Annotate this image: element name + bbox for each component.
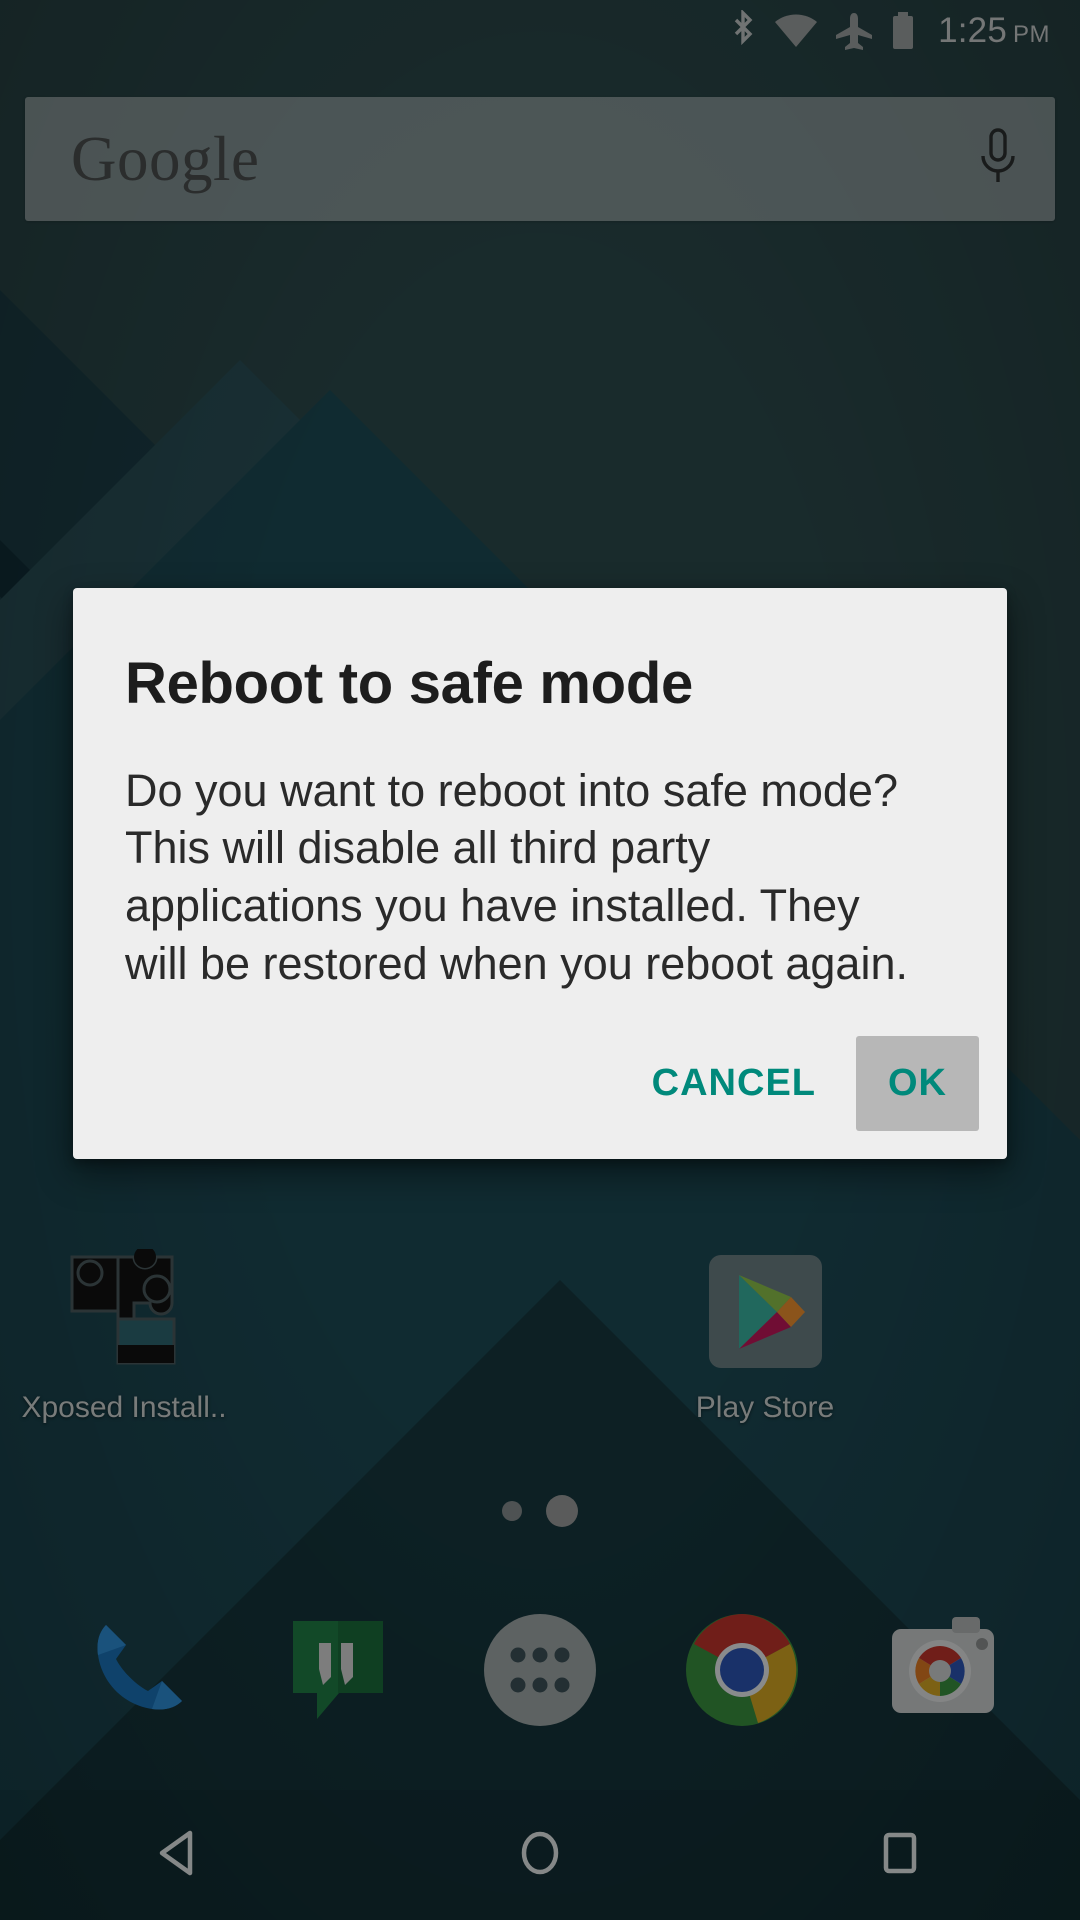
- cancel-button[interactable]: CANCEL: [620, 1036, 848, 1131]
- android-home-screen: Xposed Install.. Play Store 1:25 PM Goog…: [0, 0, 1080, 1920]
- reboot-safe-mode-dialog: Reboot to safe mode Do you want to reboo…: [73, 588, 1007, 1160]
- ok-button[interactable]: OK: [856, 1036, 979, 1132]
- dialog-title: Reboot to safe mode: [125, 651, 693, 716]
- dialog-action-bar: CANCEL OK: [73, 992, 1007, 1159]
- dialog-message: Do you want to reboot into safe mode? Th…: [125, 764, 908, 989]
